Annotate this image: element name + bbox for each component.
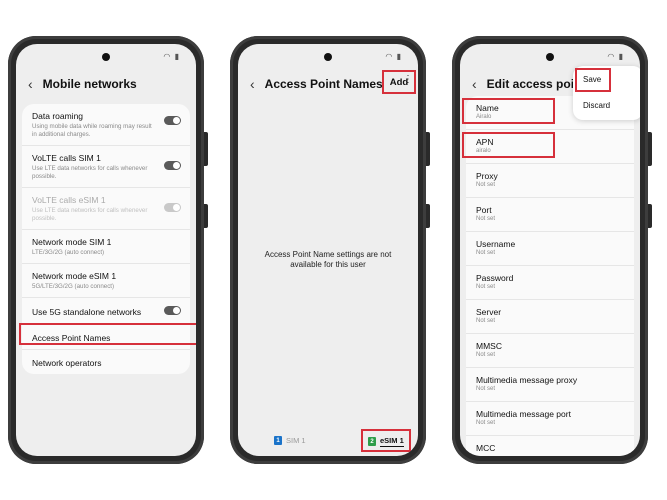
field-proxy[interactable]: Proxy Not set bbox=[466, 164, 634, 198]
apn-unavailable-message: Access Point Name settings are not avail… bbox=[264, 250, 392, 270]
page-title: Access Point Names bbox=[264, 77, 383, 91]
field-value: Not set bbox=[476, 284, 496, 290]
highlight-apn-field bbox=[462, 132, 555, 158]
field-label: Password bbox=[476, 273, 514, 283]
data-roaming-toggle[interactable] bbox=[164, 116, 181, 125]
screen: ◠ ▮ ‹ Edit access point Name Airalo APN … bbox=[460, 44, 640, 456]
field-username[interactable]: Username Not set bbox=[466, 232, 634, 266]
highlight-add-button bbox=[382, 70, 416, 94]
volume-button bbox=[648, 132, 652, 166]
setting-title: VoLTE calls SIM 1 bbox=[32, 153, 101, 163]
setting-network-mode-esim1[interactable]: Network mode eSIM 1 5G/LTE/3G/2G (auto c… bbox=[22, 264, 190, 298]
highlight-access-point-names bbox=[19, 323, 196, 345]
5g-standalone-toggle[interactable] bbox=[164, 306, 181, 315]
volte-sim1-toggle[interactable] bbox=[164, 161, 181, 170]
setting-volte-esim1: VoLTE calls eSIM 1 Use LTE data networks… bbox=[22, 188, 190, 230]
field-value: Not set bbox=[476, 318, 496, 324]
setting-title: Data roaming bbox=[32, 111, 84, 121]
field-server[interactable]: Server Not set bbox=[466, 300, 634, 334]
field-password[interactable]: Password Not set bbox=[466, 266, 634, 300]
field-mms-port[interactable]: Multimedia message port Not set bbox=[466, 402, 634, 436]
field-label: MMSC bbox=[476, 341, 502, 351]
setting-subtitle: Use LTE data networks for calls whenever… bbox=[32, 207, 148, 222]
power-button bbox=[648, 204, 652, 228]
page-title: Edit access point bbox=[486, 77, 586, 91]
field-label: Multimedia message port bbox=[476, 409, 571, 419]
field-label: Server bbox=[476, 307, 502, 317]
page-title: Mobile networks bbox=[42, 77, 137, 91]
phone-access-point-names: ◠ ▮ ‹ Access Point Names Add ⋮ Access Po… bbox=[230, 36, 430, 464]
back-arrow-icon[interactable]: ‹ bbox=[250, 77, 255, 91]
setting-subtitle: 5G/LTE/3G/2G (auto connect) bbox=[32, 283, 115, 290]
volume-button bbox=[426, 132, 430, 166]
field-label: MCC bbox=[476, 443, 496, 453]
camera-icon bbox=[102, 53, 110, 61]
power-button bbox=[204, 204, 208, 228]
setting-5g-standalone[interactable]: Use 5G standalone networks bbox=[22, 298, 190, 324]
setting-title: Use 5G standalone networks bbox=[32, 307, 142, 317]
phone-mobile-networks: ◠ ▮ ‹ Mobile networks Data roaming Using… bbox=[8, 36, 208, 464]
setting-subtitle: Use LTE data networks for calls whenever… bbox=[32, 165, 148, 180]
field-value: Not set bbox=[476, 352, 496, 358]
sim-tab-label: SIM 1 bbox=[286, 436, 306, 445]
screen: ◠ ▮ ‹ Mobile networks Data roaming Using… bbox=[16, 44, 196, 456]
field-value: Not set bbox=[476, 250, 496, 256]
back-arrow-icon[interactable]: ‹ bbox=[28, 77, 33, 91]
field-mms-proxy[interactable]: Multimedia message proxy Not set bbox=[466, 368, 634, 402]
phone-edit-access-point: ◠ ▮ ‹ Edit access point Name Airalo APN … bbox=[452, 36, 652, 464]
status-icons: ◠ ▮ bbox=[607, 52, 624, 61]
setting-data-roaming[interactable]: Data roaming Using mobile data while roa… bbox=[22, 104, 190, 146]
field-port[interactable]: Port Not set bbox=[466, 198, 634, 232]
sim1-badge-icon: 1 bbox=[274, 436, 282, 445]
discard-menu-item[interactable]: Discard bbox=[583, 101, 610, 110]
power-button bbox=[426, 204, 430, 228]
field-label: Port bbox=[476, 205, 492, 215]
field-label: Multimedia message proxy bbox=[476, 375, 578, 385]
setting-title: Network mode eSIM 1 bbox=[32, 271, 117, 281]
highlight-name-field bbox=[462, 98, 555, 124]
highlight-save bbox=[575, 68, 611, 92]
field-label: Proxy bbox=[476, 171, 498, 181]
sim-tab-sim1[interactable]: 1 SIM 1 bbox=[274, 436, 306, 445]
setting-title: Network mode SIM 1 bbox=[32, 237, 112, 247]
field-value: Not set bbox=[476, 386, 496, 392]
status-icons: ◠ ▮ bbox=[163, 52, 180, 61]
camera-icon bbox=[546, 53, 554, 61]
volte-esim1-toggle bbox=[164, 203, 181, 212]
header: ‹ Mobile networks bbox=[28, 75, 186, 93]
volume-button bbox=[204, 132, 208, 166]
field-value: Not set bbox=[476, 182, 496, 188]
setting-subtitle: Using mobile data while roaming may resu… bbox=[32, 123, 152, 138]
field-label: Username bbox=[476, 239, 516, 249]
setting-network-mode-sim1[interactable]: Network mode SIM 1 LTE/3G/2G (auto conne… bbox=[22, 230, 190, 264]
setting-volte-sim1[interactable]: VoLTE calls SIM 1 Use LTE data networks … bbox=[22, 146, 190, 188]
field-mcc[interactable]: MCC bbox=[466, 436, 634, 456]
back-arrow-icon[interactable]: ‹ bbox=[472, 77, 477, 91]
screen: ◠ ▮ ‹ Access Point Names Add ⋮ Access Po… bbox=[238, 44, 418, 456]
setting-title: VoLTE calls eSIM 1 bbox=[32, 195, 106, 205]
status-icons: ◠ ▮ bbox=[385, 52, 402, 61]
field-mmsc[interactable]: MMSC Not set bbox=[466, 334, 634, 368]
setting-title: Network operators bbox=[32, 358, 102, 368]
field-value: Not set bbox=[476, 420, 496, 426]
camera-icon bbox=[324, 53, 332, 61]
highlight-esim1-tab bbox=[361, 429, 411, 452]
setting-subtitle: LTE/3G/2G (auto connect) bbox=[32, 249, 105, 256]
field-value: Not set bbox=[476, 216, 496, 222]
setting-network-operators[interactable]: Network operators bbox=[22, 350, 190, 374]
